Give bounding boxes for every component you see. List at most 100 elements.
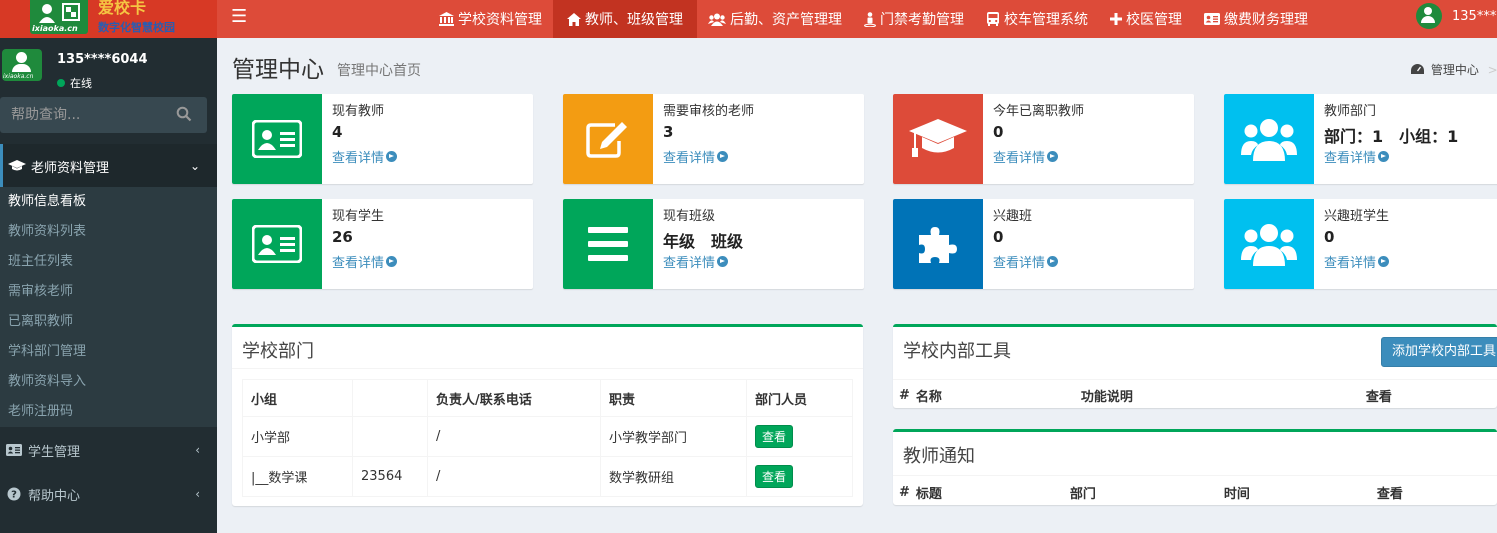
nav-label: 门禁考勤管理	[880, 12, 964, 28]
info-label: 现有学生	[332, 209, 385, 224]
sidebar-subitem[interactable]: 需审核老师	[0, 277, 217, 307]
link-text: 查看详情	[332, 151, 385, 166]
table-header-row: # 名称 功能说明 查看	[893, 380, 1497, 410]
column-header: #	[899, 484, 910, 500]
info-number: 0	[993, 123, 1004, 141]
view-details-link[interactable]: 查看详情	[663, 252, 729, 271]
view-details-link[interactable]: 查看详情	[993, 252, 1059, 271]
link-text: 查看详情	[663, 151, 716, 166]
sidebar-subitem[interactable]: 老师注册码	[0, 397, 217, 427]
info-box-resigned-teachers: 今年已离职教师 0 查看详情	[893, 94, 1194, 184]
sidebar-subitem[interactable]: 教师资料列表	[0, 217, 217, 247]
add-tool-button[interactable]: 添加学校内部工具	[1380, 337, 1497, 367]
nav-label: 缴费财务理理	[1224, 12, 1308, 28]
info-number: 3	[663, 123, 674, 141]
view-button[interactable]: 查看	[755, 465, 794, 488]
arrow-circle-right-icon	[386, 256, 398, 267]
search-icon[interactable]	[176, 106, 192, 122]
teacher-submenu: 教师信息看板 教师资料列表 班主任列表 需审核老师 已离职教师 学科部门管理 教…	[0, 187, 217, 427]
info-icon-bg	[563, 94, 653, 184]
view-details-link[interactable]: 查看详情	[1324, 147, 1390, 166]
school-tools-box: 学校内部工具 添加学校内部工具 # 名称 功能说明 查看	[893, 324, 1497, 408]
sidebar-item-student-management[interactable]: 学生管理 ‹	[0, 428, 217, 472]
column-header: 名称	[915, 389, 942, 405]
nav-label: 后勤、资产管理理	[730, 12, 842, 28]
info-label: 现有教师	[332, 104, 385, 119]
graduation-cap-icon	[8, 160, 26, 171]
column-header: 标题	[915, 486, 942, 502]
column-header: 部门	[1069, 486, 1096, 502]
logo-url: ixiaoka.cn	[32, 24, 78, 33]
info-number: 0	[993, 228, 1004, 246]
view-details-link[interactable]: 查看详情	[663, 147, 729, 166]
sidebar-subitem[interactable]: 教师信息看板	[0, 187, 217, 217]
sidebar-subitem[interactable]: 已离职教师	[0, 307, 217, 337]
street-view-icon	[864, 11, 876, 27]
info-number: 年级 班级	[663, 232, 744, 251]
cell-duty: 小学教学部门	[600, 416, 747, 457]
nav-school-info[interactable]: 学校资料管理	[428, 0, 553, 38]
info-box-pending-teachers: 需要审核的老师 3 查看详情	[563, 94, 864, 184]
bars-icon	[588, 227, 628, 261]
sidebar-subitem[interactable]: 班主任列表	[0, 247, 217, 277]
sidebar-item-help-center[interactable]: ? 帮助中心 ‹	[0, 472, 217, 516]
column-header: #	[899, 387, 910, 403]
nav-logistics[interactable]: 后勤、资产管理理	[697, 0, 853, 38]
arrow-circle-right-icon	[1378, 256, 1390, 267]
info-icon-bg	[232, 199, 322, 289]
info-number: 部门：1 小组：1	[1324, 127, 1459, 146]
sidebar-item-label: 学生管理	[28, 444, 81, 460]
info-icon-bg	[1224, 199, 1314, 289]
info-icon-bg	[893, 199, 983, 289]
search-input[interactable]	[0, 97, 170, 133]
info-box-students: 现有学生 26 查看详情	[232, 199, 533, 289]
column-header: 查看	[1365, 389, 1392, 405]
user-menu[interactable]: 135****	[1416, 3, 1497, 29]
breadcrumb-separator: >	[1487, 63, 1497, 77]
info-label: 教师部门	[1324, 104, 1377, 119]
view-details-link[interactable]: 查看详情	[332, 147, 398, 166]
info-label: 兴趣班	[993, 209, 1033, 224]
cell-group: 小学部	[242, 416, 353, 457]
logo[interactable]: ixiaoka.cn 爱校卡 数字化智慧校园	[0, 0, 217, 38]
tools-table: # 名称 功能说明 查看	[893, 380, 1497, 410]
link-text: 查看详情	[993, 151, 1046, 166]
breadcrumb-link[interactable]: 管理中心	[1431, 63, 1479, 77]
cell-code: 23564	[352, 456, 428, 497]
user-panel: ixiaoka.cn 135****6044 在线	[0, 38, 217, 96]
info-label: 兴趣班学生	[1324, 209, 1390, 224]
info-icon-bg	[232, 94, 322, 184]
avatar: ixiaoka.cn	[2, 49, 42, 81]
svg-text:?: ?	[11, 490, 17, 501]
sidebar-search	[0, 97, 207, 133]
sidebar-subitem[interactable]: 教师资料导入	[0, 367, 217, 397]
view-details-link[interactable]: 查看详情	[332, 252, 398, 271]
page-subtitle: 管理中心首页	[337, 63, 421, 79]
sidebar-item-teacher-management[interactable]: 老师资料管理 ⌄	[0, 144, 217, 188]
info-number: 0	[1324, 228, 1335, 246]
nav-school-bus[interactable]: 校车管理系统	[975, 0, 1099, 38]
sidebar-subitem[interactable]: 学科部门管理	[0, 337, 217, 367]
view-button[interactable]: 查看	[755, 425, 794, 448]
bars-icon[interactable]: ☰	[231, 6, 247, 27]
nav-payment[interactable]: 缴费财务理理	[1193, 0, 1319, 38]
page-title: 管理中心	[232, 57, 324, 83]
view-details-link[interactable]: 查看详情	[993, 147, 1059, 166]
cell-action: 查看	[746, 456, 853, 497]
school-departments-box: 学校部门 小组 负责人/联系电话 职责 部门人员 小学部 / 小学教学部门 查看…	[232, 324, 863, 506]
nav-teacher-class[interactable]: 教师、班级管理	[553, 0, 697, 38]
logo-title: 爱校卡	[98, 0, 147, 17]
info-label: 今年已离职教师	[993, 104, 1085, 119]
view-details-link[interactable]: 查看详情	[1324, 252, 1390, 271]
link-text: 查看详情	[993, 256, 1046, 271]
nav-access-control[interactable]: 门禁考勤管理	[853, 0, 975, 38]
avatar-caption: ixiaoka.cn	[3, 73, 34, 80]
nav-school-doctor[interactable]: 校医管理	[1099, 0, 1193, 38]
table-row: 小学部 / 小学教学部门 查看	[242, 416, 853, 457]
person-icon	[39, 4, 55, 23]
info-box-interest-classes: 兴趣班 0 查看详情	[893, 199, 1194, 289]
users-icon	[708, 13, 726, 26]
cell-duty: 数学教研组	[600, 456, 747, 497]
breadcrumb: 管理中心 >	[1411, 61, 1497, 78]
id-card-icon	[252, 120, 302, 158]
